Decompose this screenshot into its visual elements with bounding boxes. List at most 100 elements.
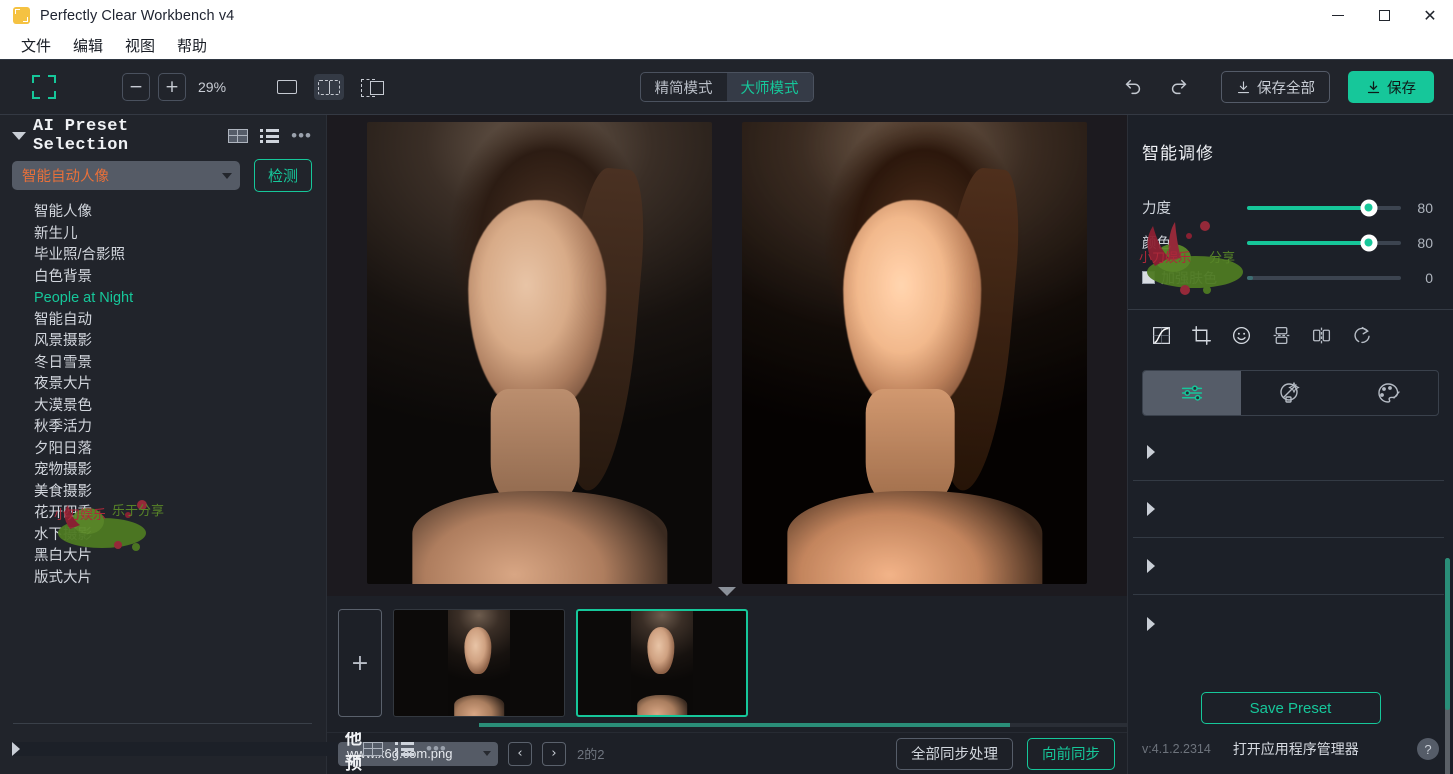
menu-edit[interactable]: 编辑: [62, 33, 114, 58]
add-image-button[interactable]: +: [338, 609, 382, 717]
mode-master[interactable]: 大师模式: [726, 73, 813, 101]
view-single-button[interactable]: [272, 74, 302, 100]
caret-right-icon[interactable]: [1147, 445, 1453, 459]
left-panel: AI Preset Selection ••• 智能自动人像 检测 智能人像 新生…: [0, 115, 446, 774]
center-area: + www.x6g.com.png ‹ › 2的2 全部同步处理 向前同步: [327, 115, 1127, 774]
adjustment-section[interactable]: 细节: [1133, 538, 1453, 595]
view-split-button[interactable]: [314, 74, 344, 100]
preset-item[interactable]: 美食摄影: [34, 482, 314, 504]
filmstrip-thumb-1[interactable]: [393, 609, 565, 717]
undo-button[interactable]: [1117, 71, 1149, 103]
mode-simple[interactable]: 精简模式: [641, 73, 727, 101]
filmstrip-caret-icon[interactable]: [718, 587, 736, 596]
preset-item[interactable]: 风景摄影: [34, 331, 314, 353]
slider-track-skin-tone[interactable]: [1247, 275, 1401, 280]
portrait-after-preview[interactable]: [742, 121, 1087, 584]
prev-image-button[interactable]: ‹: [508, 741, 532, 766]
view-split-icon: [318, 79, 340, 95]
list-view-icon[interactable]: [260, 129, 279, 143]
perfectly-clear-mark-icon[interactable]: [32, 75, 56, 99]
next-image-button[interactable]: ›: [542, 741, 566, 766]
menu-view[interactable]: 视图: [114, 33, 166, 58]
preset-item[interactable]: 白色背景: [34, 267, 314, 289]
crop-button[interactable]: [1186, 321, 1216, 349]
curves-button[interactable]: [1146, 321, 1176, 349]
zoom-out-button[interactable]: −: [122, 73, 150, 101]
filmstrip-scrollbar[interactable]: [479, 723, 1127, 727]
curves-icon: [1152, 326, 1170, 344]
flip-horizontal-icon: [1312, 327, 1330, 343]
preset-item[interactable]: 冬日雪景: [34, 353, 314, 375]
app-manager-link[interactable]: 打开应用程序管理器: [1233, 739, 1359, 759]
filmstrip-thumb-2[interactable]: [576, 609, 748, 717]
adjustment-section[interactable]: 色调: [1133, 424, 1453, 481]
chevron-down-icon: [222, 172, 232, 179]
slider-group: 力度 80 颜色 80 加强肤色 0: [1128, 164, 1453, 295]
face-retouch-button[interactable]: [1226, 321, 1256, 349]
maximize-button[interactable]: [1361, 0, 1407, 31]
tab-magic-wand[interactable]: [1241, 371, 1339, 415]
save-all-label: 保存全部: [1257, 80, 1315, 97]
preset-item[interactable]: 宠物摄影: [34, 460, 314, 482]
flip-vertical-button[interactable]: [1266, 321, 1296, 349]
preset-item[interactable]: 大漠景色: [34, 396, 314, 418]
adjustment-section[interactable]: 颜色: [1133, 481, 1453, 538]
rotate-button[interactable]: [1346, 321, 1376, 349]
ai-preset-header-icons: •••: [228, 127, 312, 144]
more-options-icon[interactable]: •••: [291, 127, 312, 144]
slider-knob-color[interactable]: [1360, 234, 1378, 251]
help-button[interactable]: ?: [1417, 738, 1439, 760]
skin-tone-checkbox[interactable]: [1142, 271, 1155, 284]
flip-horizontal-button[interactable]: [1306, 321, 1336, 349]
save-preset-button[interactable]: Save Preset: [1200, 692, 1381, 724]
caret-right-icon[interactable]: [1147, 559, 1453, 573]
slider-knob-strength[interactable]: [1360, 199, 1378, 216]
caret-down-icon[interactable]: [12, 132, 26, 140]
slider-track-strength[interactable]: [1247, 199, 1401, 216]
slider-row-color: 颜色 80: [1142, 225, 1433, 260]
preset-item[interactable]: 夕阳日落: [34, 439, 314, 461]
minimize-button[interactable]: [1315, 0, 1361, 31]
preset-select[interactable]: 智能自动人像: [12, 161, 240, 190]
menu-bar: 文件 编辑 视图 帮助: [0, 31, 1453, 60]
preset-item[interactable]: 夜景大片: [34, 374, 314, 396]
caret-right-icon[interactable]: [1147, 616, 1453, 631]
zoom-in-button[interactable]: +: [158, 73, 186, 101]
slider-row-strength: 力度 80: [1142, 190, 1433, 225]
preset-item[interactable]: 智能人像: [34, 202, 314, 224]
save-button[interactable]: 保存: [1348, 71, 1434, 103]
close-button[interactable]: ✕: [1407, 0, 1453, 31]
caret-right-icon[interactable]: [12, 742, 338, 756]
preset-item[interactable]: 毕业照/合影照: [34, 245, 314, 267]
preset-item[interactable]: People at Night: [34, 288, 314, 310]
list-view-icon[interactable]: [395, 742, 414, 756]
preset-item[interactable]: 花开四季: [34, 503, 314, 525]
view-compare-crop-button[interactable]: [356, 74, 386, 100]
menu-file[interactable]: 文件: [10, 33, 62, 58]
tool-icon-row: [1128, 310, 1453, 360]
tab-adjustments[interactable]: [1143, 371, 1242, 415]
caret-right-icon[interactable]: [1147, 502, 1453, 516]
right-panel-scrollbar[interactable]: [1445, 558, 1450, 774]
preset-item[interactable]: 水下摄影: [34, 525, 314, 547]
preset-item[interactable]: 黑白大片: [34, 546, 314, 568]
menu-help[interactable]: 帮助: [166, 33, 218, 58]
preset-item[interactable]: 智能自动: [34, 310, 314, 332]
preset-item[interactable]: 秋季活力: [34, 417, 314, 439]
other-presets-header-icons: •••: [363, 740, 447, 757]
redo-button[interactable]: [1163, 71, 1195, 103]
app-window: Perfectly Clear Workbench v4 ✕ 文件 编辑 视图 …: [0, 0, 1453, 774]
adjustment-section[interactable]: 预处理: [1133, 595, 1453, 652]
preset-item[interactable]: 版式大片: [34, 568, 314, 590]
detect-button[interactable]: 检测: [254, 159, 312, 192]
sync-forward-button[interactable]: 向前同步: [1027, 737, 1115, 770]
preset-item[interactable]: 新生儿: [34, 224, 314, 246]
tab-color-palette[interactable]: [1340, 371, 1438, 415]
slider-track-color[interactable]: [1247, 234, 1401, 251]
save-all-button[interactable]: 保存全部: [1221, 71, 1330, 103]
more-options-icon[interactable]: •••: [426, 740, 447, 757]
sync-all-button[interactable]: 全部同步处理: [896, 737, 1013, 770]
grid-view-icon[interactable]: [363, 742, 383, 756]
portrait-before-preview[interactable]: [367, 121, 712, 584]
grid-view-icon[interactable]: [228, 129, 249, 143]
